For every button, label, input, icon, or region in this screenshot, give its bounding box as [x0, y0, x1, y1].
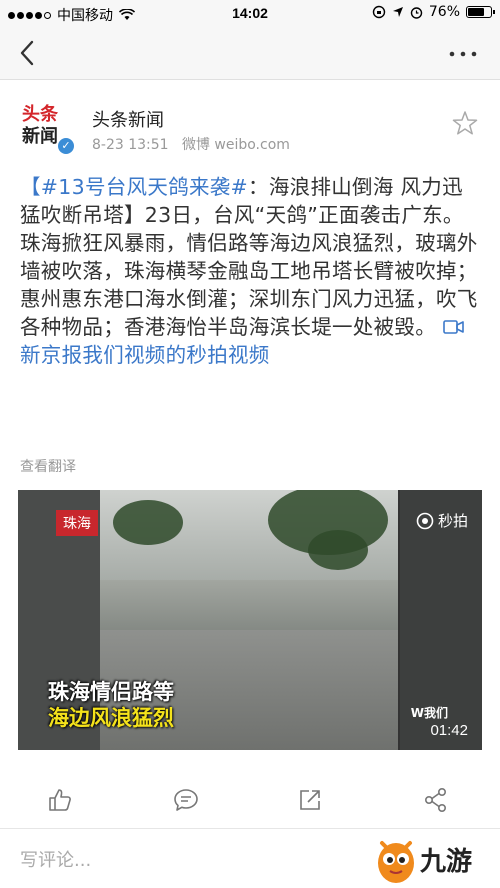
video-link-label: 新京报我们视频的秒拍视频	[20, 343, 270, 367]
post-source: 微博 weibo.com	[181, 137, 290, 153]
back-button[interactable]	[14, 38, 44, 68]
comment-bar: 写评论... 九游	[0, 828, 500, 888]
post-body: 【#13号台风天鸽来袭#：海浪排山倒海 风力迅猛吹断吊塔】23日，台风“天鸽”正…	[20, 173, 482, 369]
video-caption-line2: 海边风浪猛烈	[48, 706, 174, 730]
battery-percent: 76%	[428, 4, 460, 20]
translate-link[interactable]: 查看翻译	[20, 456, 76, 476]
avatar[interactable]: 头条 新闻 ✓	[18, 104, 78, 156]
brand-mascot-icon	[378, 841, 414, 883]
comment-input[interactable]: 写评论...	[20, 846, 91, 872]
favorite-star-button[interactable]	[452, 110, 478, 136]
more-options-button[interactable]	[446, 42, 480, 66]
verified-badge-icon: ✓	[58, 138, 74, 154]
author-name[interactable]: 头条新闻	[92, 106, 164, 132]
status-bar: 中国移动 14:02 76%	[0, 0, 500, 28]
video-watermark-label: 我们	[423, 706, 448, 720]
brand-watermark: 九游	[374, 831, 494, 887]
brand-name: 九游	[420, 847, 473, 877]
comment-button[interactable]	[172, 786, 200, 814]
video-camera-icon	[443, 320, 464, 334]
avatar-logo-line2: 新闻	[22, 126, 58, 147]
post-action-bar	[0, 780, 500, 820]
miaopai-icon	[416, 512, 434, 529]
miaopai-label: 秒拍	[437, 512, 468, 530]
battery-icon	[466, 6, 495, 18]
video-watermark: W我们	[410, 706, 448, 720]
video-player[interactable]: 珠海 秒拍 珠海情侣路等 海边风浪猛烈 W我们 01:42	[18, 490, 482, 750]
miaopai-logo: 秒拍	[416, 510, 468, 531]
location-icon	[392, 7, 403, 17]
nav-bar	[0, 28, 500, 80]
avatar-logo: 头条 新闻	[22, 104, 58, 148]
alarm-icon	[410, 6, 423, 19]
hashtag-link[interactable]: 【#13号台风天鸽来袭#	[20, 175, 248, 199]
like-button[interactable]	[46, 786, 74, 814]
video-frame-tree	[113, 500, 183, 545]
post-time: 8-23 13:51	[92, 137, 169, 153]
avatar-logo-line1: 头条	[22, 104, 58, 125]
post-meta: 8-23 13:51 微博 weibo.com	[92, 134, 290, 154]
status-right: 76%	[372, 4, 495, 20]
battery-fill	[468, 8, 484, 16]
share-button[interactable]	[422, 786, 450, 814]
post-text: ：海浪排山倒海 风力迅猛吹断吊塔】23日，台风“天鸽”正面袭击广东。珠海掀狂风暴…	[20, 175, 478, 339]
city-badge: 珠海	[56, 510, 98, 536]
forward-button[interactable]	[296, 786, 324, 814]
rotation-lock-icon	[372, 5, 386, 19]
post-author-header: 头条 新闻 ✓ 头条新闻 8-23 13:51 微博 weibo.com	[18, 98, 482, 158]
video-frame-tree	[308, 530, 368, 570]
video-duration: 01:42	[430, 722, 468, 739]
